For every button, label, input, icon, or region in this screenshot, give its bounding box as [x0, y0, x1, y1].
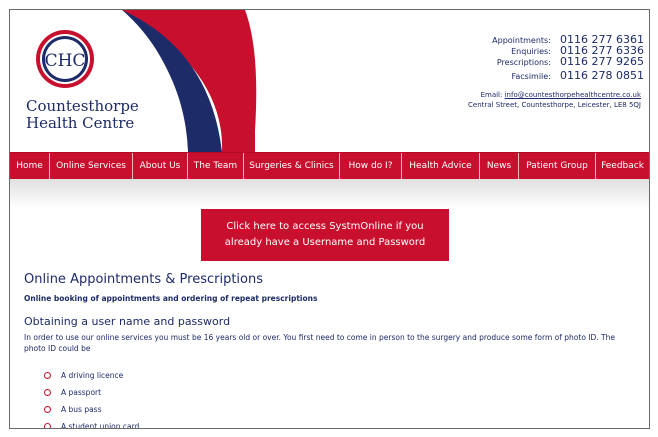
nav-home[interactable]: Home [10, 153, 50, 179]
nav-the-team[interactable]: The Team [188, 153, 244, 179]
email-address-block: Email: info@countesthorpehealthcentre.co… [468, 90, 641, 110]
contact-number: 0116 277 9265 [560, 55, 644, 68]
nav-health-advice[interactable]: Health Advice [402, 153, 480, 179]
contact-label: Facsimile: [511, 72, 551, 81]
chc-logo[interactable]: CHC [34, 28, 96, 90]
browser-frame: CHC Countesthorpe Health Centre Appointm… [9, 9, 650, 429]
list-item-label: A passport [61, 388, 102, 397]
practice-name: Countesthorpe Health Centre [26, 98, 139, 132]
practice-name-line1: Countesthorpe [26, 97, 139, 115]
list-item-label: A student union card [61, 422, 140, 429]
list-item-label: A bus pass [61, 405, 102, 414]
systmonline-access-label: Click here to access SystmOnline if you … [224, 221, 426, 248]
contact-row-facsimile: Facsimile: 0116 278 0851 [492, 68, 644, 82]
section-title: Obtaining a user name and password [24, 315, 231, 328]
page-title: Online Appointments & Prescriptions [24, 272, 264, 287]
nav-feedback[interactable]: Feedback [596, 153, 649, 179]
bullet-icon [44, 372, 51, 379]
list-item: A passport [44, 384, 639, 401]
chc-logo-icon: CHC [36, 30, 94, 88]
list-item: A student union card [44, 418, 639, 429]
list-item: A bus pass [44, 401, 639, 418]
bullet-icon [44, 406, 51, 413]
nav-patient-group[interactable]: Patient Group [519, 153, 596, 179]
page-subtitle: Online booking of appointments and order… [24, 294, 318, 303]
nav-shadow-band [10, 179, 649, 209]
contact-row-appointments: Appointments: 0116 277 6361 [492, 32, 644, 45]
email-link[interactable]: info@countesthorpehealthcentre.co.uk [505, 91, 641, 99]
practice-name-line2: Health Centre [26, 114, 135, 132]
main-content: Online Appointments & Prescriptions Onli… [24, 272, 639, 429]
bullet-icon [44, 389, 51, 396]
photo-id-list: A driving licence A passport A bus pass … [44, 367, 639, 429]
street-address: Central Street, Countesthorpe, Leicester… [468, 101, 641, 109]
site-header: CHC Countesthorpe Health Centre Appointm… [10, 10, 649, 152]
list-item: A driving licence [44, 367, 639, 384]
nav-news[interactable]: News [480, 153, 519, 179]
nav-how-do-i[interactable]: How do I? [340, 153, 402, 179]
list-item-label: A driving licence [61, 371, 124, 380]
bullet-icon [44, 423, 51, 428]
systmonline-access-button[interactable]: Click here to access SystmOnline if you … [201, 209, 449, 261]
contact-row-prescriptions: Prescriptions: 0116 277 9265 [492, 54, 644, 68]
contact-row-enquiries: Enquiries: 0116 277 6336 [492, 43, 644, 56]
contact-label: Prescriptions: [496, 58, 551, 67]
requirements-paragraph: In order to use our online services you … [24, 333, 615, 353]
contact-numbers: Appointments: 0116 277 6361 Enquiries: 0… [492, 32, 644, 82]
nav-online-services[interactable]: Online Services [50, 153, 133, 179]
email-label: Email: [480, 91, 503, 99]
svg-text:CHC: CHC [45, 51, 86, 71]
main-nav: Home Online Services About Us The Team S… [10, 152, 649, 180]
nav-about-us[interactable]: About Us [133, 153, 188, 179]
contact-number: 0116 278 0851 [560, 69, 644, 82]
nav-surgeries-clinics[interactable]: Surgeries & Clinics [244, 153, 340, 179]
